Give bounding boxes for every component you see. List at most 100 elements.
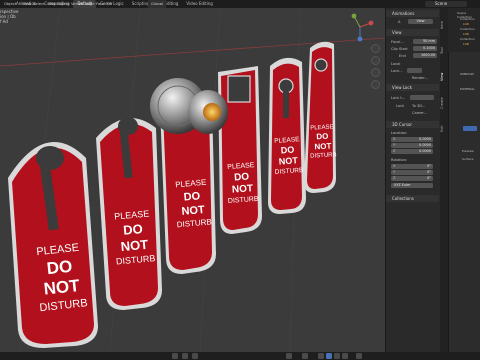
cursor-rotation-z[interactable]: 0° [391,176,433,181]
focal-length-label: Focal... [391,40,404,44]
hanger1-not: NOT [43,276,81,299]
collections-panel-header[interactable]: Collections [386,195,439,202]
menu-edge[interactable]: Edge [85,0,95,8]
hanger6-not: NOT [314,142,331,152]
hanger6-do: DO [316,132,328,142]
hanger1-disturb: DISTURB [39,297,88,314]
outliner-item[interactable]: Collection [460,37,475,41]
hanger2-disturb: DISTURB [116,253,156,266]
menu-uv[interactable]: UV [107,0,112,8]
tab-video-editing[interactable]: Video Editing [182,0,216,8]
outliner-item[interactable]: Collection [460,17,475,21]
preview-section[interactable]: Preview [462,149,474,153]
hanger5-do: DO [280,145,294,156]
overlay-icon[interactable] [286,353,292,359]
menu-select[interactable]: Select [33,0,45,8]
outliner-item[interactable]: Collection [460,27,475,31]
shading-options-icon[interactable] [356,353,362,359]
cursor-rotation-y[interactable]: 0° [391,170,433,175]
xray-icon[interactable] [302,353,308,359]
menu-object[interactable]: Object [57,0,69,8]
pivot-icon[interactable] [172,353,178,359]
cursor-location-x[interactable]: 0.0000 [391,137,433,142]
shading-solid-icon[interactable] [326,353,332,359]
shading-material-icon[interactable] [334,353,340,359]
clip-end-field[interactable]: 1000.00 [413,53,437,58]
local-camera-label: Local [391,62,401,66]
transform-orientation-dropdown[interactable]: Global [148,0,167,8]
hanger3-disturb: DISTURB [176,217,212,229]
rotation-mode-dropdown[interactable]: XYZ Euler [391,183,433,188]
rot-x-label: X [393,164,396,168]
hanger5-not: NOT [278,155,298,166]
shading-rendered-icon[interactable] [342,353,348,359]
sidebar-tab-item[interactable]: Item [440,14,448,36]
hanger2-please: PLEASE [114,209,150,222]
hanger1-do: DO [46,257,73,279]
hanger6-please: PLEASE [310,124,334,131]
view-button[interactable]: View [408,19,433,24]
hanger5-please: PLEASE [274,136,300,145]
clip-start-field[interactable]: 0.1000 [413,46,437,51]
shading-wireframe-icon[interactable] [318,353,324,359]
clip-end-label: End [399,54,406,58]
sidebar-tab-tool[interactable]: Tool [440,40,448,62]
loc-y-label: Y [393,143,396,147]
properties-editor [448,8,480,352]
location-label: Location: [391,131,408,135]
cursor-location-y[interactable]: 0.0000 [391,143,433,148]
sidebar-tab-create[interactable]: Create [440,92,448,114]
render-region-label: Render... [412,76,428,80]
focal-length-field[interactable]: 50 mm [413,39,437,44]
menu-add[interactable]: Add [48,0,55,8]
outliner-item[interactable]: LOD [463,22,469,26]
snap-icon[interactable] [182,353,188,359]
surface-section[interactable]: Surface [462,157,473,161]
menu-vertex[interactable]: Vertex [71,0,83,8]
lock-to-object-label: Lock t... [391,96,406,100]
outliner-item[interactable]: LOD [463,32,469,36]
material-slot-label: WINDOW [460,72,474,76]
camera-to-view-checkbox[interactable]: Camer... [412,111,427,115]
to-3d-cursor-checkbox[interactable]: To 3D... [412,104,425,108]
hanger4-not: NOT [232,183,254,195]
view-panel-header[interactable]: View [386,29,439,36]
hanger4-do: DO [234,171,250,183]
clip-start-label: Clip Start [391,47,408,51]
outliner-item[interactable]: LOD [463,42,469,46]
loc-x-label: X [393,137,396,141]
hanger1-please: PLEASE [36,242,80,258]
hanger3-do: DO [183,190,201,203]
sidebar-tabs: Item Tool View Create Edit [440,8,448,352]
material-name[interactable]: MATERIAL [460,87,475,91]
lock-object-field[interactable] [407,68,422,73]
loc-z-label: Z [393,149,396,153]
hanger-text-layer: PLEASE DO NOT DISTURB PLEASE DO NOT DIST… [36,124,337,314]
sidebar-tab-edit[interactable]: Edit [440,118,448,140]
mode-selector[interactable]: Object [4,0,16,8]
proportional-edit-icon[interactable] [192,353,198,359]
lock-object-label: Lock... [391,69,403,73]
cursor-location-z[interactable]: 0.0000 [391,149,433,154]
3d-viewport[interactable]: rspective ion | Ob f Ad PLEASE DO NOT DI… [0,8,385,352]
sidebar-tab-view[interactable]: View [440,66,448,88]
animations-panel-header[interactable]: Animations [386,10,439,17]
hanger4-disturb: DISTURB [228,196,259,205]
view-lock-panel-header[interactable]: View Lock [386,84,439,91]
hanger5-disturb: DISTURB [275,167,304,176]
menu-face[interactable]: Face [96,0,105,8]
hanger3-please: PLEASE [175,178,207,190]
rot-y-label: Y [393,170,396,174]
lock-label: Lock [396,104,405,108]
anim-field-label: A [398,20,401,24]
new-material-button[interactable] [463,126,477,131]
3d-cursor-panel-header[interactable]: 3D Cursor [386,121,439,128]
scene-selector[interactable]: Scene [425,1,467,7]
hanger2-not: NOT [120,237,149,254]
hanger3-not: NOT [181,204,205,218]
menu-view[interactable]: View [22,0,31,8]
cursor-rotation-x[interactable]: 0° [391,164,433,169]
hanger4-please: PLEASE [227,162,255,171]
rotation-label: Rotation: [391,158,408,162]
lock-to-object-field[interactable] [410,95,434,100]
